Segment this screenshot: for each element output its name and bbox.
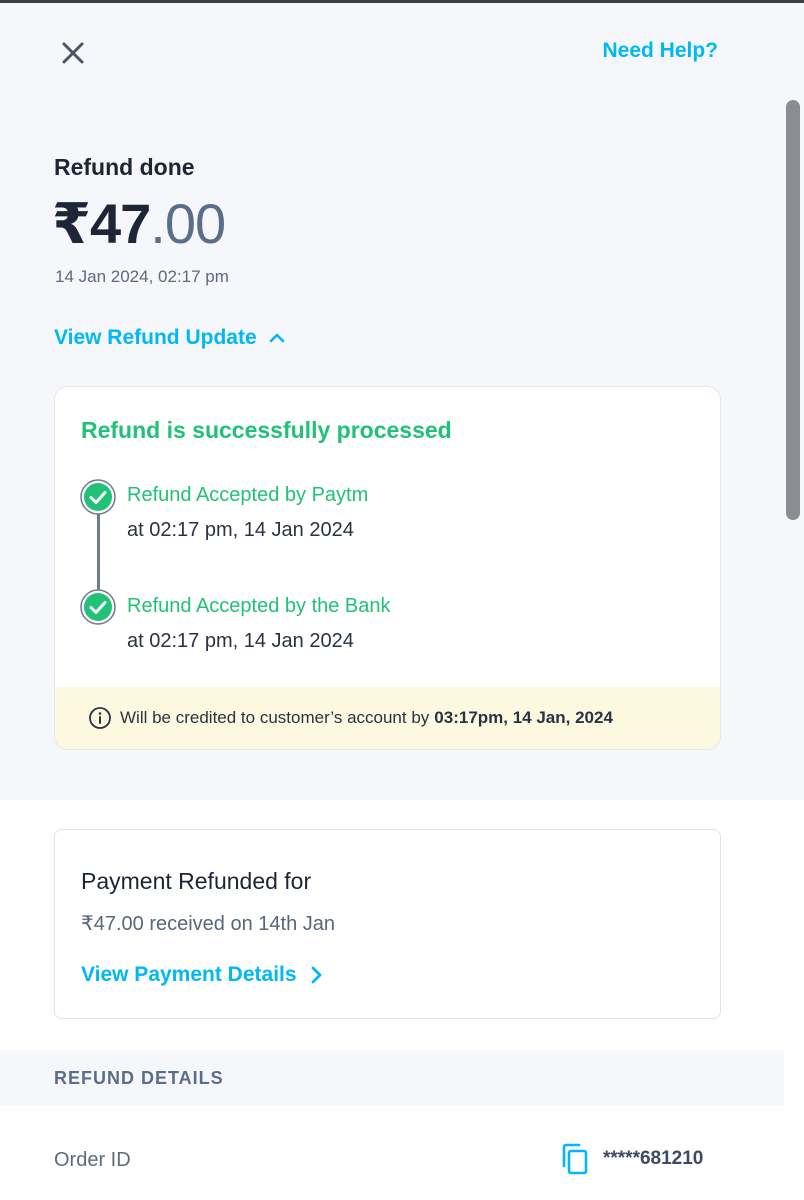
payment-refunded-title: Payment Refunded for <box>81 868 312 894</box>
chevron-right-icon <box>311 966 321 984</box>
close-icon <box>62 42 84 64</box>
step-title-bank: Refund Accepted by the Bank <box>127 595 391 617</box>
info-icon <box>89 707 111 729</box>
step-time-bank: at 02:17 pm, 14 Jan 2024 <box>127 630 354 652</box>
scrollbar[interactable] <box>782 100 804 998</box>
chevron-up-icon <box>269 333 284 343</box>
close-button[interactable] <box>56 36 90 70</box>
credit-info-date: 03:17pm, 14 Jan, 2024 <box>434 708 613 727</box>
view-payment-details-link[interactable]: View Payment Details <box>81 963 325 987</box>
need-help-link[interactable]: Need Help? <box>602 39 718 63</box>
refund-datetime: 14 Jan 2024, 02:17 pm <box>55 267 229 286</box>
scrollbar-thumb[interactable] <box>786 100 800 520</box>
refund-amount: ₹47.00 <box>52 192 226 256</box>
check-circle-icon <box>80 589 116 625</box>
credit-info-banner: Will be credited to customer’s account b… <box>55 687 720 749</box>
step-time-paytm: at 02:17 pm, 14 Jan 2024 <box>127 519 354 541</box>
progress-title: Refund is successfully processed <box>81 417 452 443</box>
payment-refunded-card: Payment Refunded for ₹47.00 received on … <box>54 829 721 1019</box>
credit-info-text: Will be credited to customer’s account b… <box>120 708 430 727</box>
refund-status-title: Refund done <box>54 154 195 180</box>
order-id-value: *****681210 <box>603 1148 704 1169</box>
amount-whole: ₹47 <box>52 192 151 255</box>
order-id-label: Order ID <box>54 1149 131 1171</box>
refund-progress-card: Refund is successfully processed Refund … <box>54 386 721 750</box>
view-payment-details-label: View Payment Details <box>81 963 297 986</box>
view-refund-update-toggle[interactable]: View Refund Update <box>54 326 287 350</box>
step-title-paytm: Refund Accepted by Paytm <box>127 484 369 506</box>
check-circle-icon <box>80 479 116 515</box>
copy-icon[interactable] <box>560 1143 590 1177</box>
view-refund-update-label: View Refund Update <box>54 326 257 349</box>
refund-details-header: REFUND DETAILS <box>0 1050 784 1106</box>
amount-decimal: .00 <box>150 192 226 255</box>
payment-received-info: ₹47.00 received on 14th Jan <box>81 913 336 935</box>
